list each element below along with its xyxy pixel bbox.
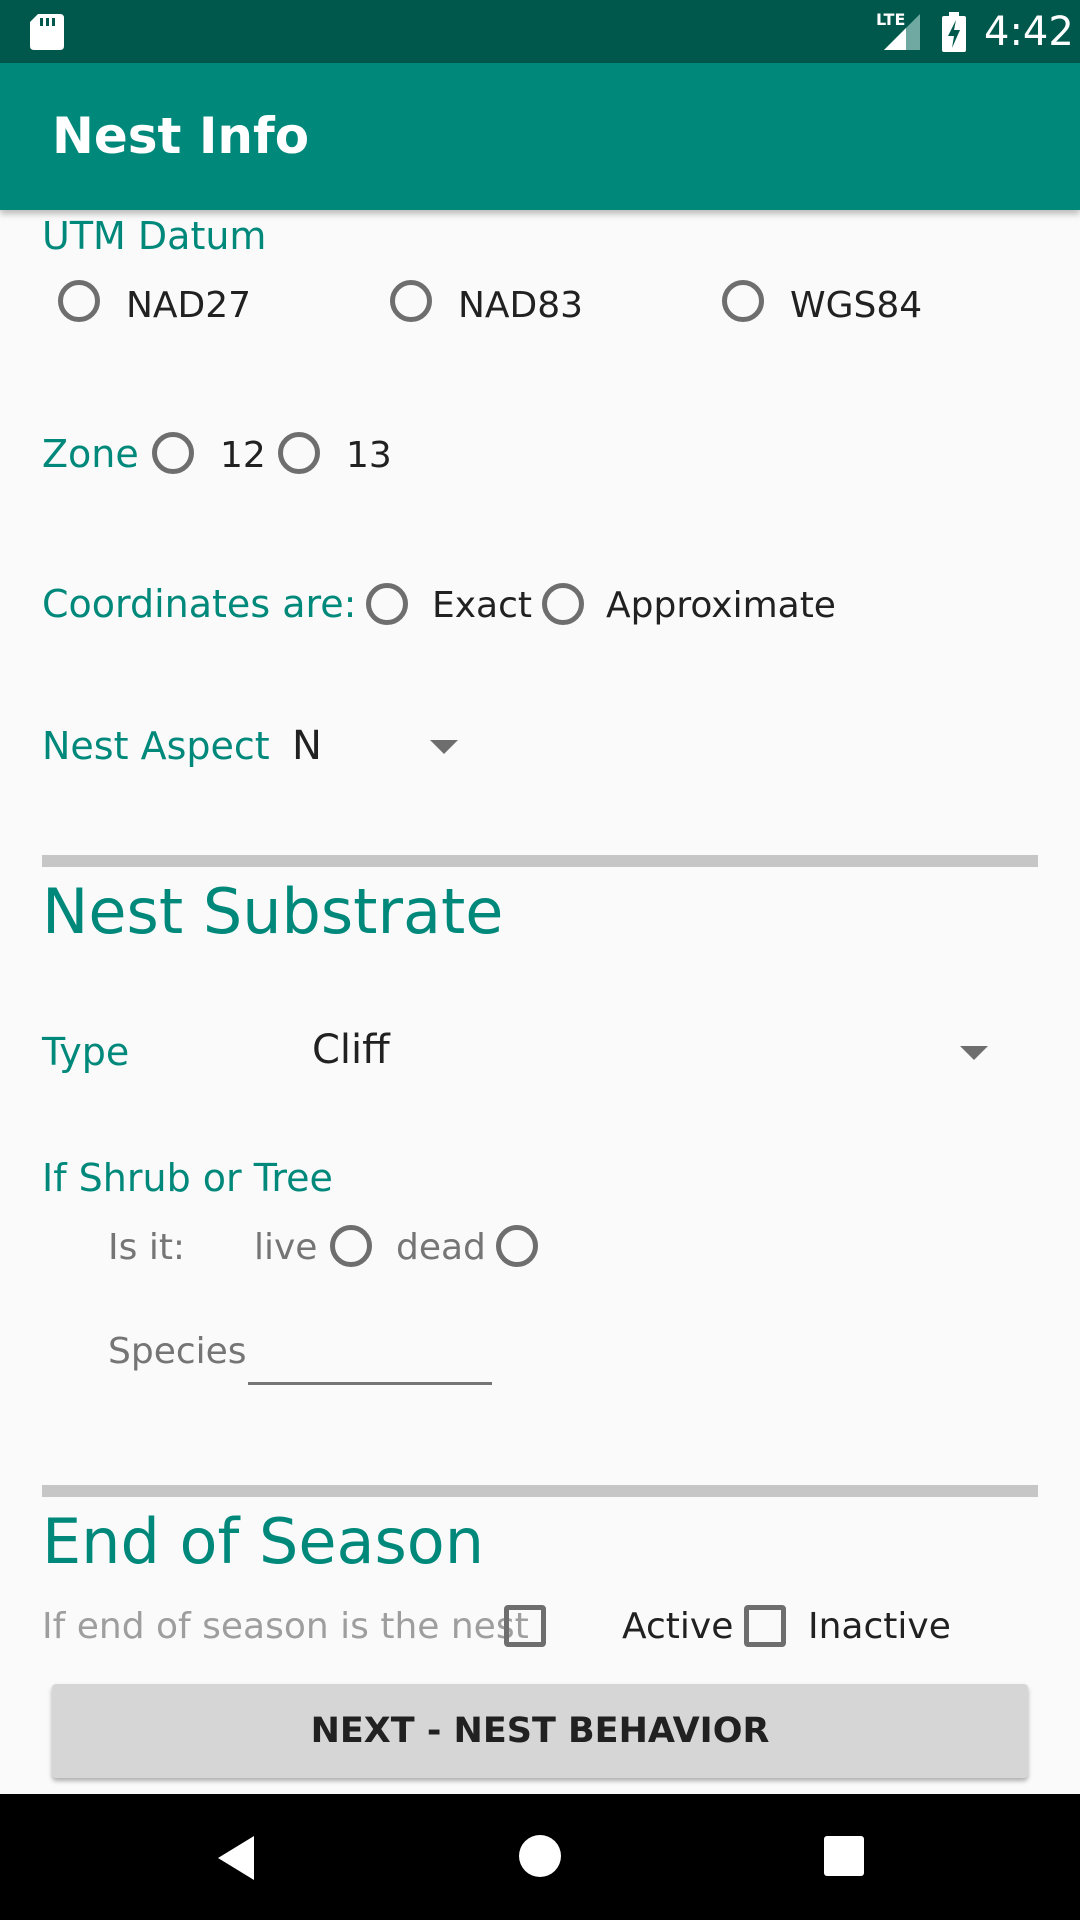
- active-label[interactable]: Active: [622, 1603, 733, 1651]
- live-label[interactable]: live: [254, 1224, 317, 1272]
- section-divider: [42, 1485, 1038, 1497]
- page-title: Nest Info: [52, 107, 310, 165]
- live-radio[interactable]: [330, 1225, 372, 1267]
- nest-substrate-heading: Nest Substrate: [42, 875, 504, 948]
- utm-datum-nad27-radio[interactable]: [58, 280, 100, 322]
- substrate-type-value: Cliff: [312, 1027, 390, 1073]
- recents-icon[interactable]: [824, 1836, 864, 1876]
- status-bar: LTE 4:42: [0, 0, 1080, 63]
- coordinates-label: Coordinates are:: [42, 582, 357, 626]
- nest-aspect-value: N: [292, 723, 322, 769]
- dropdown-arrow-icon: [430, 740, 458, 754]
- app-bar: Nest Info: [0, 63, 1080, 210]
- cell-signal-icon: [884, 14, 920, 50]
- end-of-season-heading: End of Season: [42, 1505, 485, 1578]
- zone-12-radio[interactable]: [152, 432, 194, 474]
- is-it-label: Is it:: [108, 1227, 186, 1268]
- inactive-label[interactable]: Inactive: [808, 1603, 951, 1651]
- clock-time: 4:42: [984, 9, 1074, 55]
- substrate-type-label: Type: [42, 1030, 130, 1074]
- zone-13-radio[interactable]: [278, 432, 320, 474]
- utm-datum-wgs84-radio[interactable]: [722, 280, 764, 322]
- species-label: Species: [108, 1331, 247, 1372]
- next-nest-behavior-button[interactable]: NEXT - NEST BEHAVIOR: [52, 1684, 1028, 1778]
- end-of-season-prompt: If end of season is the nest: [42, 1606, 529, 1647]
- utm-datum-nad83-radio[interactable]: [390, 280, 432, 322]
- zone-label: Zone: [42, 432, 139, 476]
- end-of-season-checkbox[interactable]: [504, 1605, 546, 1647]
- zone-13-label[interactable]: 13: [346, 432, 392, 480]
- coordinates-exact-radio[interactable]: [366, 583, 408, 625]
- coordinates-approximate-label[interactable]: Approximate: [606, 582, 836, 630]
- back-icon[interactable]: [214, 1834, 258, 1882]
- species-input-underline: [248, 1382, 492, 1385]
- home-icon[interactable]: [518, 1834, 562, 1878]
- nest-aspect-spinner[interactable]: N: [290, 712, 470, 780]
- substrate-type-spinner[interactable]: Cliff: [300, 1016, 1000, 1086]
- sd-card-icon: [30, 14, 64, 50]
- nest-aspect-label: Nest Aspect: [42, 724, 270, 768]
- inactive-checkbox[interactable]: [744, 1605, 786, 1647]
- dropdown-arrow-icon: [960, 1046, 988, 1060]
- dead-radio[interactable]: [496, 1225, 538, 1267]
- utm-datum-nad83-label[interactable]: NAD83: [458, 282, 583, 330]
- battery-charging-icon: [942, 12, 966, 52]
- utm-datum-label: UTM Datum: [42, 214, 267, 258]
- utm-datum-wgs84-label[interactable]: WGS84: [790, 282, 922, 330]
- dead-label[interactable]: dead: [396, 1224, 486, 1272]
- section-divider: [42, 855, 1038, 867]
- coordinates-exact-label[interactable]: Exact: [432, 582, 532, 630]
- navigation-bar: [0, 1794, 1080, 1920]
- coordinates-approximate-radio[interactable]: [542, 583, 584, 625]
- zone-12-label[interactable]: 12: [220, 432, 266, 480]
- shrub-or-tree-label: If Shrub or Tree: [42, 1156, 333, 1200]
- utm-datum-nad27-label[interactable]: NAD27: [126, 282, 251, 330]
- species-input[interactable]: [248, 1322, 492, 1386]
